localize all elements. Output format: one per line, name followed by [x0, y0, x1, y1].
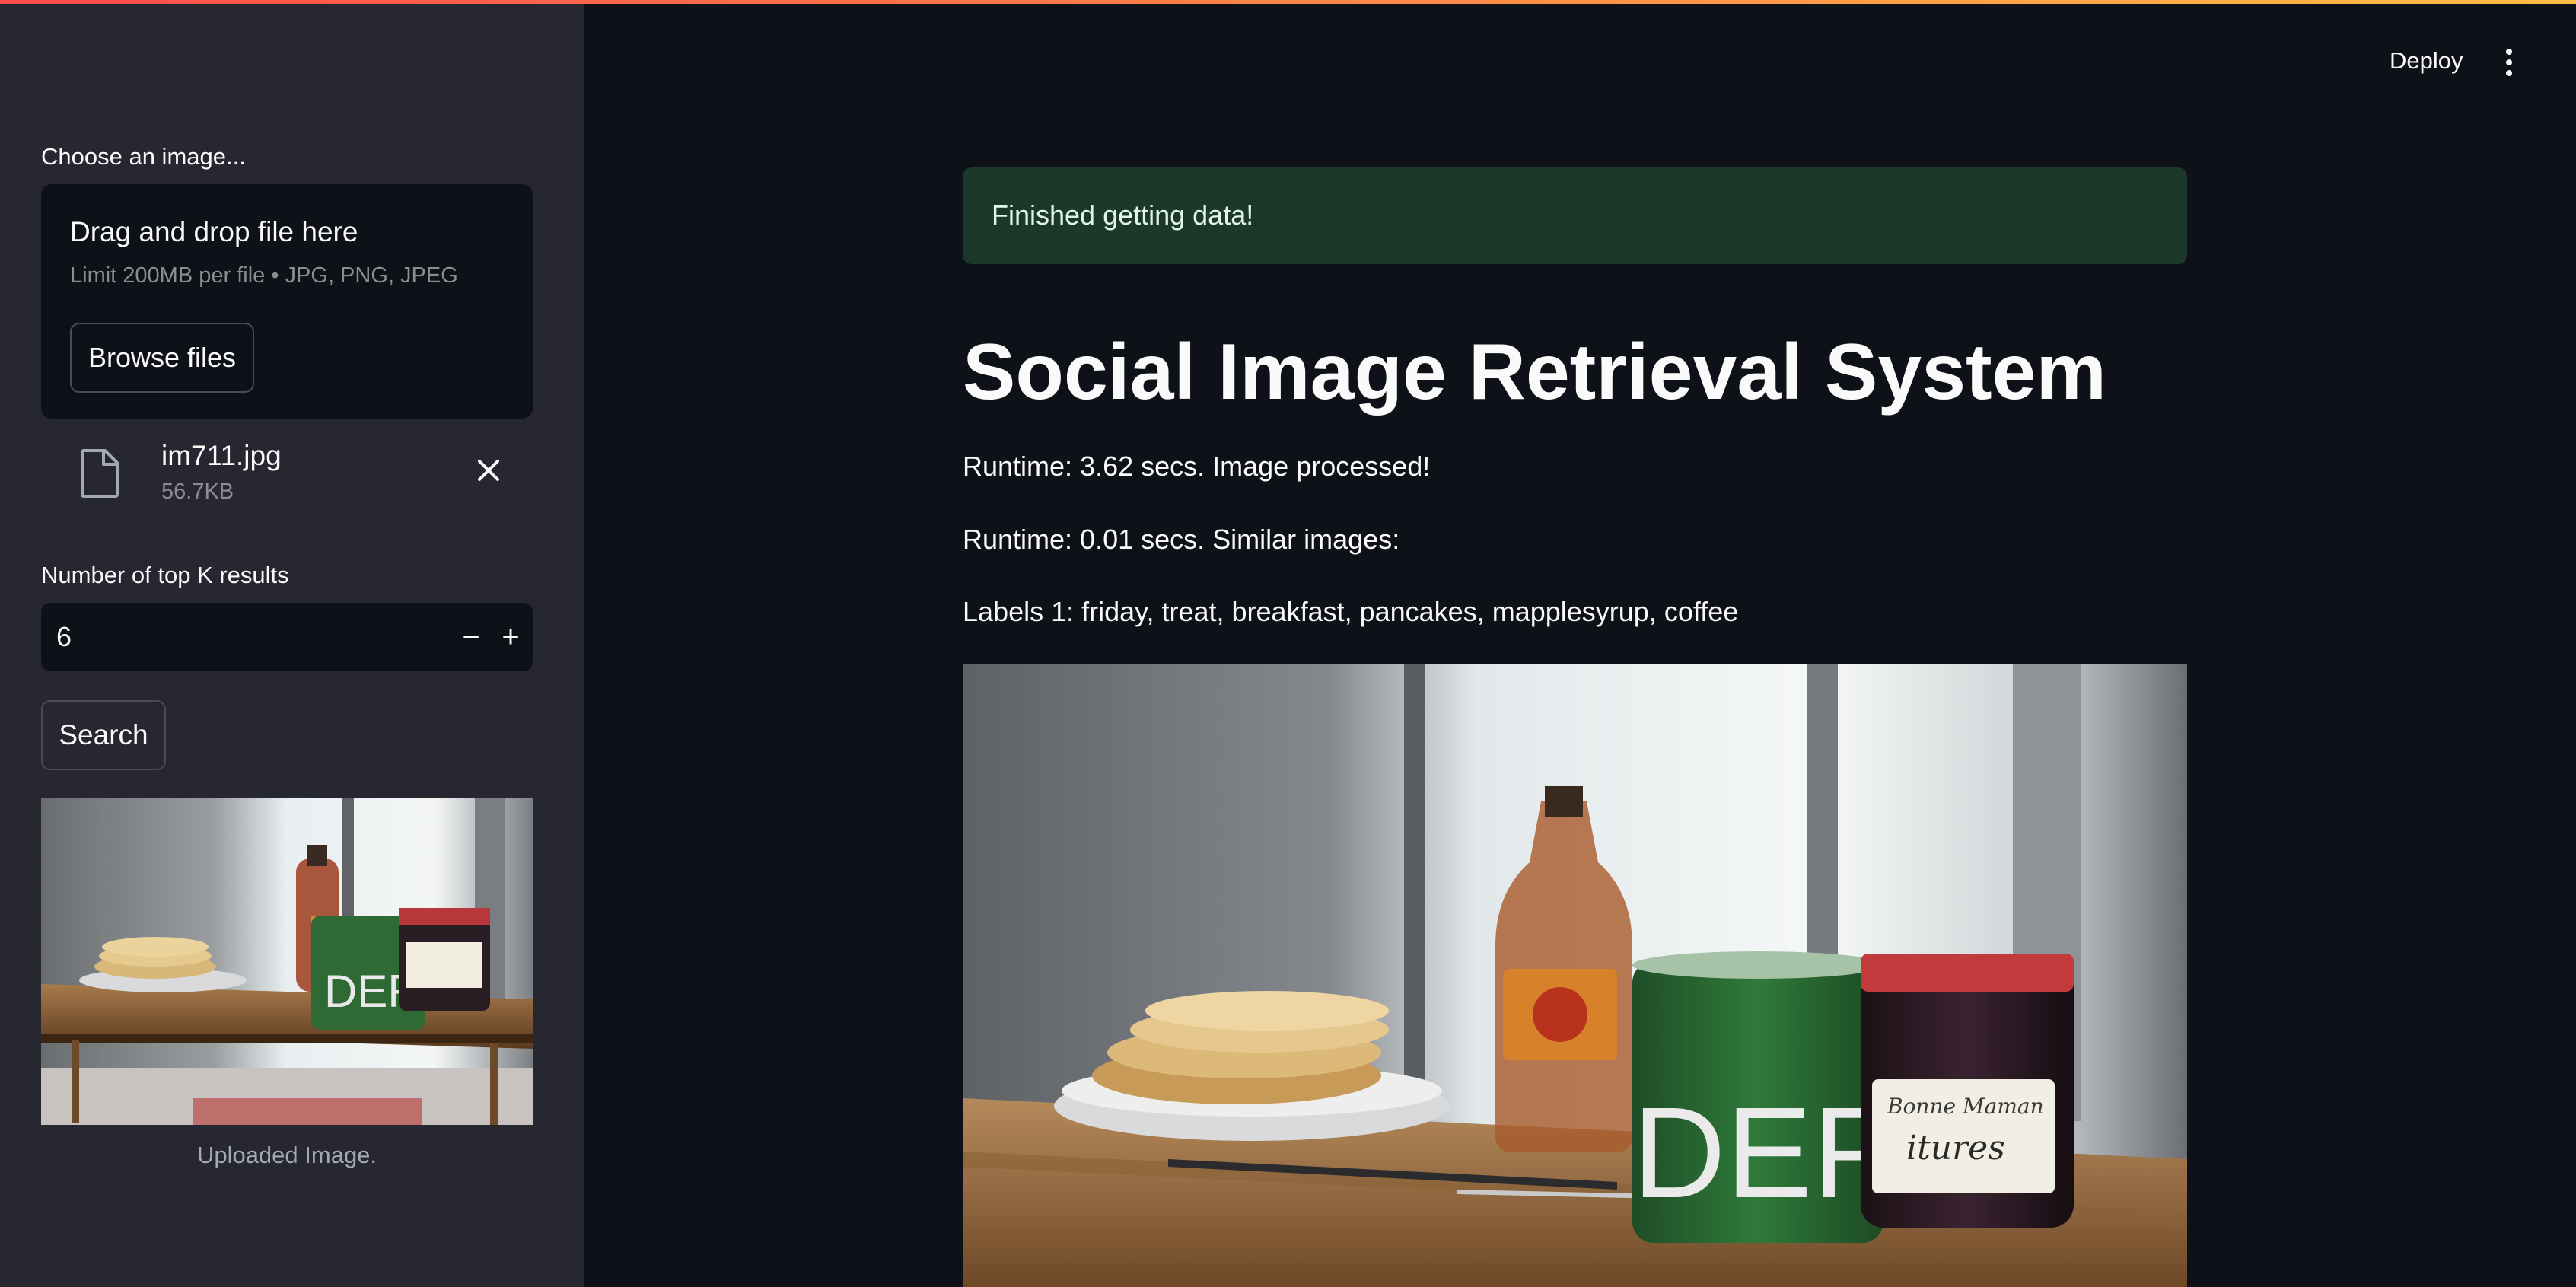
topk-label: Number of top K results: [41, 562, 289, 588]
upload-label: Choose an image...: [41, 143, 246, 170]
top-accent-bar: [0, 0, 2576, 4]
svg-text:itures: itures: [1906, 1129, 2005, 1168]
page-title: Social Image Retrieval System: [963, 328, 2106, 416]
svg-text:Bonne Maman: Bonne Maman: [1887, 1094, 2044, 1119]
search-button[interactable]: Search: [41, 700, 166, 770]
file-size: 56.7KB: [161, 479, 234, 504]
dropzone-title: Drag and drop file here: [70, 216, 358, 247]
labels-text: Labels 1: friday, treat, breakfast, panc…: [963, 596, 1739, 627]
increment-button[interactable]: +: [490, 603, 531, 671]
uploaded-file-row: im711.jpg 56.7KB: [41, 435, 533, 519]
success-alert: Finished getting data!: [963, 167, 2187, 264]
kebab-menu-icon[interactable]: [2498, 47, 2520, 78]
file-icon: [81, 449, 119, 498]
file-dropzone[interactable]: Drag and drop file here Limit 200MB per …: [41, 184, 533, 419]
alert-text: Finished getting data!: [992, 199, 1254, 231]
browse-files-button[interactable]: Browse files: [70, 323, 254, 393]
sidebar: Choose an image... Drag and drop file he…: [0, 0, 584, 1287]
close-icon[interactable]: [472, 454, 505, 487]
thumbnail-caption: Uploaded Image.: [196, 1142, 377, 1168]
result-image: DERM Bonne Maman itures: [963, 664, 2187, 1287]
file-name: im711.jpg: [161, 440, 282, 471]
uploaded-image-thumbnail: DERM: [41, 798, 533, 1125]
deploy-button[interactable]: Deploy: [2390, 47, 2463, 75]
decrement-button[interactable]: −: [451, 603, 492, 671]
topk-value[interactable]: 6: [56, 621, 72, 653]
dropzone-limit-text: Limit 200MB per file • JPG, PNG, JPEG: [70, 263, 458, 288]
runtime-similar-text: Runtime: 0.01 secs. Similar images:: [963, 524, 1400, 555]
topk-number-input[interactable]: 6 − +: [41, 603, 533, 671]
runtime-processed-text: Runtime: 3.62 secs. Image processed!: [963, 451, 1431, 482]
